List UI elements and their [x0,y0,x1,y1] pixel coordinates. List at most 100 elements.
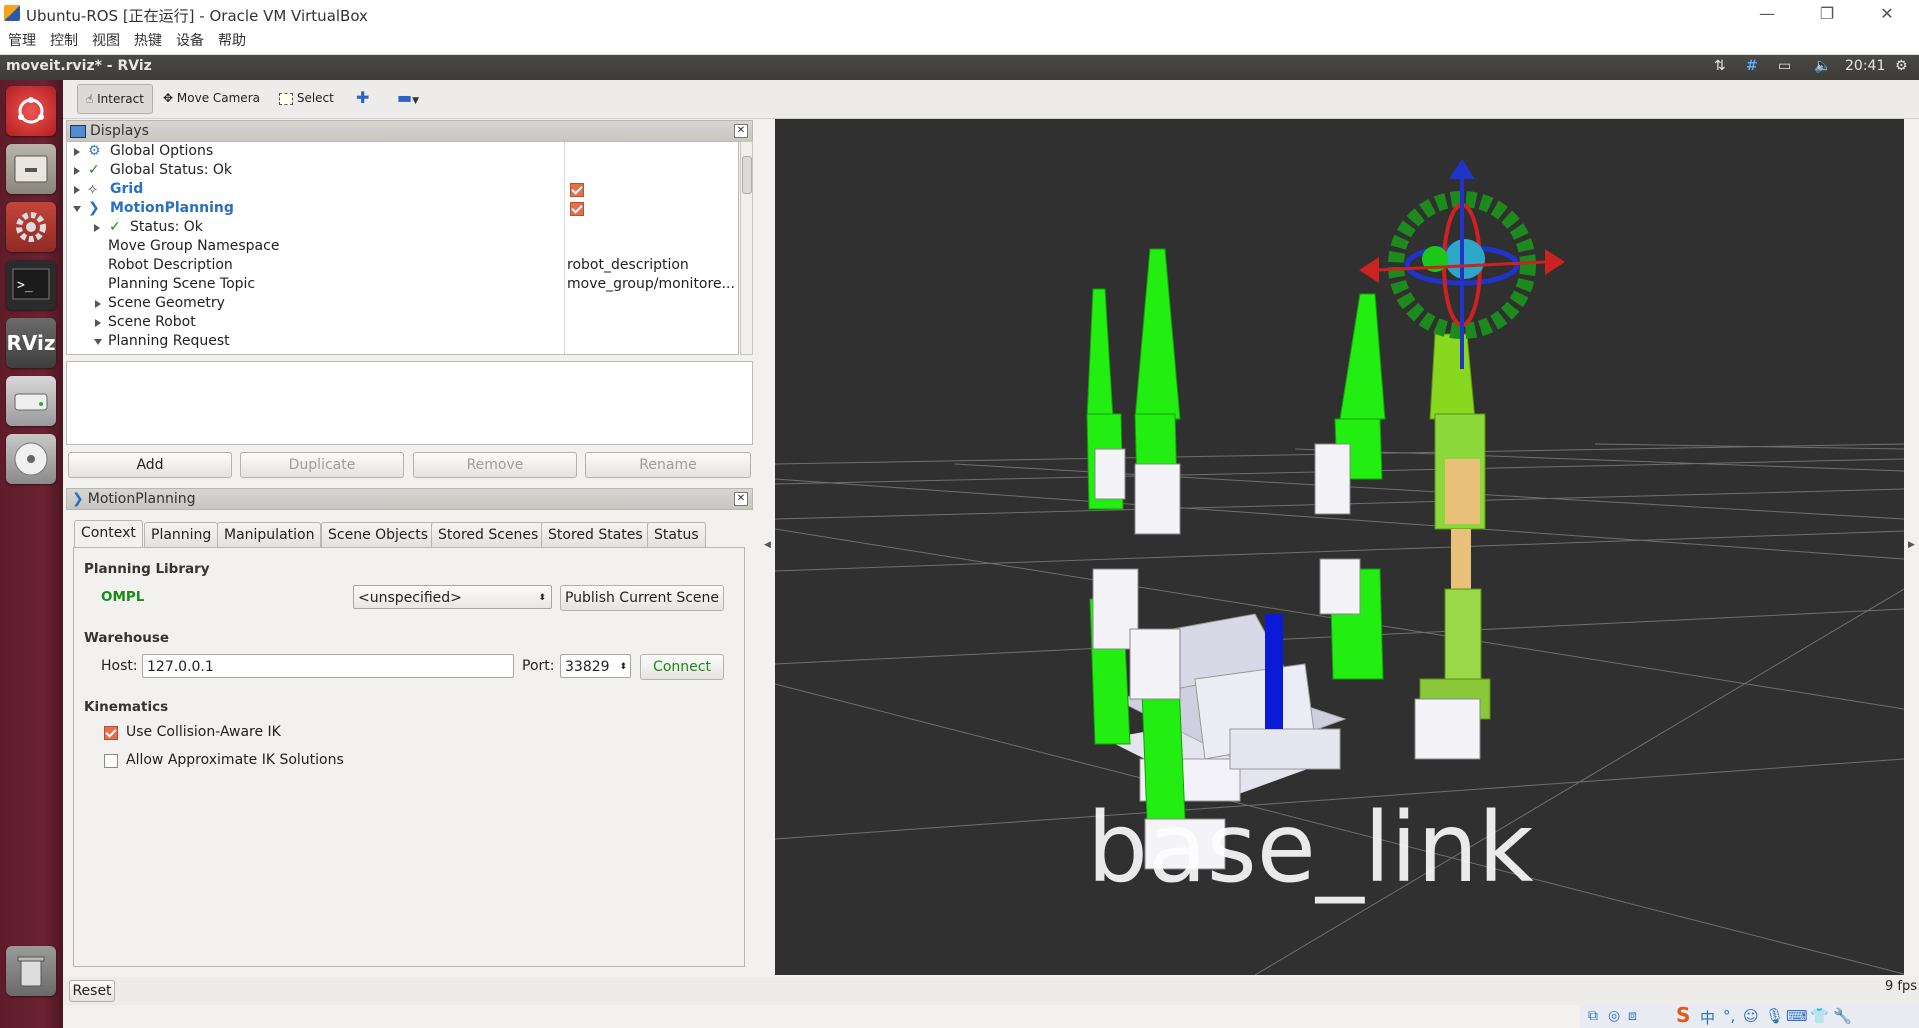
expand-arrow-icon[interactable] [95,319,101,327]
motionplanning-panel-header: ❯ MotionPlanning ✕ [66,488,753,510]
motionplanning-icon: ❯ [72,491,84,507]
grid-enabled-checkbox[interactable] [570,183,584,197]
network-adapter-icon[interactable]: ⧈ [1628,1008,1637,1024]
tree-row-robot-description[interactable]: Robot Description robot_description [67,256,727,275]
tree-row-motionplanning[interactable]: ❯ MotionPlanning [67,199,727,218]
rename-display-button[interactable]: Rename [585,452,751,478]
spin-arrows-icon: ⬍ [538,593,546,603]
menu-devices[interactable]: 设备 [176,28,204,54]
host-input[interactable]: 127.0.0.1 [142,654,514,678]
dvd-icon[interactable] [6,434,56,484]
tree-row-grid[interactable]: ⟡ Grid [67,180,727,199]
expand-arrow-icon[interactable] [74,167,80,175]
files-icon[interactable] [6,144,56,194]
port-spinbox[interactable]: 33829 ⬍ [560,654,631,678]
terminal-icon[interactable]: >_ [6,260,56,310]
disk-icon[interactable] [6,376,56,426]
tree-value[interactable]: move_group/monitore... [567,275,735,294]
optical-drive-icon[interactable]: ◎ [1608,1008,1620,1024]
interactive-marker[interactable] [1359,159,1565,369]
chinese-mode-icon[interactable]: 中 [1700,1007,1715,1028]
tree-row-planning-scene-topic[interactable]: Planning Scene Topic move_group/monitore… [67,275,735,294]
tools-icon[interactable]: 🔧 [1833,1007,1852,1025]
tab-context[interactable]: Context [74,520,143,549]
tree-value[interactable]: robot_description [567,256,689,275]
ubuntu-dash-icon[interactable] [6,86,56,136]
tab-planning[interactable]: Planning [144,522,219,548]
usb-icon[interactable]: ⧉ [1588,1008,1598,1024]
add-display-button[interactable]: Add [68,452,232,478]
volume-icon[interactable]: 🔈 [1814,58,1831,74]
publish-current-scene-button[interactable]: Publish Current Scene [560,585,724,611]
punctuation-icon[interactable]: °, [1723,1007,1735,1025]
connect-button[interactable]: Connect [640,654,724,680]
check-ok-icon: ✓ [109,219,121,235]
tree-label: Planning Request [108,333,230,349]
network-icon[interactable]: ⇅ [1714,58,1726,74]
menu-manage[interactable]: 管理 [8,28,36,54]
emoji-icon[interactable]: ☺ [1743,1007,1759,1025]
tab-stored-scenes[interactable]: Stored Scenes [431,522,546,548]
interact-tool[interactable]: ☝ Interact [77,84,153,114]
select-tool[interactable]: Select [271,84,342,112]
battery-icon[interactable]: ▭ [1778,58,1791,74]
tab-scene-objects[interactable]: Scene Objects [321,522,436,548]
approximate-ik-checkbox[interactable] [104,754,118,768]
tree-row-move-group-namespace[interactable]: Move Group Namespace [67,237,727,256]
motionplanning-enabled-checkbox[interactable] [570,202,584,216]
trash-icon[interactable] [6,946,56,996]
remove-display-button[interactable]: Remove [413,452,577,478]
restore-button[interactable]: ❐ [1805,2,1849,26]
tree-row-planning-request[interactable]: Planning Request [67,332,727,351]
planner-select[interactable]: <unspecified> ⬍ [353,585,552,609]
expand-arrow-icon[interactable] [95,300,101,308]
clock[interactable]: 20:41 [1845,58,1885,74]
display-description-box [66,361,753,445]
microphone-icon[interactable]: 🎙 [1765,1007,1784,1025]
collapse-arrow-icon[interactable] [94,339,102,345]
skin-icon[interactable]: 👕 [1810,1007,1829,1025]
remove-tool-icon[interactable]: ▬▼ [389,84,427,112]
tab-stored-states[interactable]: Stored States [541,522,650,548]
tree-row-global-status[interactable]: ✓ Global Status: Ok [67,161,727,180]
reset-button[interactable]: Reset [69,980,115,1002]
add-tool-icon[interactable]: ✚ [348,84,377,112]
scrollbar-thumb[interactable] [742,156,752,194]
expand-arrow-icon[interactable] [74,186,80,194]
close-motionplanning-icon[interactable]: ✕ [734,492,748,506]
port-label: Port: [522,658,555,674]
rviz-icon[interactable]: RViz [6,318,56,368]
tree-row-scene-robot[interactable]: Scene Robot [67,313,727,332]
collision-aware-ik-checkbox[interactable] [104,726,118,740]
tree-row-status[interactable]: ✓ Status: Ok [67,218,727,237]
host-label: Host: [101,658,138,674]
close-displays-icon[interactable]: ✕ [734,124,748,138]
menu-view[interactable]: 视图 [92,28,120,54]
collapse-arrow-icon[interactable] [73,206,81,212]
move-camera-tool[interactable]: ✥ Move Camera [155,84,268,112]
menu-help[interactable]: 帮助 [218,28,246,54]
3d-render-view[interactable]: base_link [775,119,1904,975]
duplicate-display-button[interactable]: Duplicate [240,452,404,478]
window-title: Ubuntu-ROS [正在运行] - Oracle VM VirtualBox [26,7,368,25]
tab-status[interactable]: Status [647,522,706,548]
sogou-input-icon[interactable]: S [1676,1003,1690,1027]
menu-control[interactable]: 控制 [50,28,78,54]
close-button[interactable]: ✕ [1865,2,1909,26]
tab-manipulation[interactable]: Manipulation [217,522,322,548]
menu-hotkeys[interactable]: 热键 [134,28,162,54]
collapse-right-arrow-icon[interactable]: ▶ [1908,540,1915,550]
tree-row-global-options[interactable]: ⚙ Global Options [67,142,727,161]
system-settings-icon[interactable] [6,202,56,252]
expand-arrow-icon[interactable] [74,148,80,156]
spin-arrows-icon[interactable]: ⬍ [619,655,627,679]
displays-scrollbar[interactable] [740,141,753,355]
expand-arrow-icon[interactable] [94,224,100,232]
tree-row-scene-geometry[interactable]: Scene Geometry [67,294,727,313]
input-method-icon[interactable]: # [1746,58,1758,74]
virtualbox-titlebar: Ubuntu-ROS [正在运行] - Oracle VM VirtualBox… [0,0,1919,28]
minimize-button[interactable]: — [1745,2,1789,26]
keyboard-icon[interactable]: ⌨ [1786,1007,1808,1025]
collapse-left-arrow-icon[interactable]: ◀ [764,540,771,550]
settings-gear-icon[interactable]: ⚙ [1895,58,1908,74]
